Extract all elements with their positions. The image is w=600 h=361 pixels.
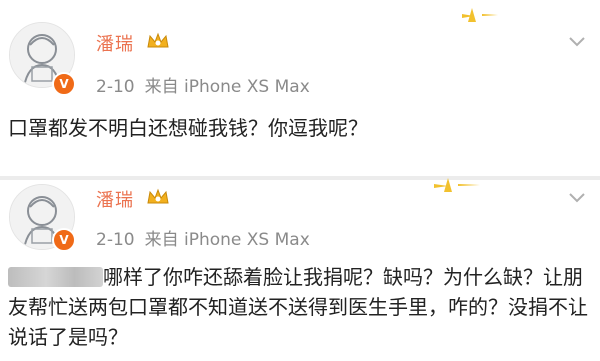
chevron-down-icon[interactable] xyxy=(568,192,586,204)
post-date[interactable]: 2-10 xyxy=(96,77,135,97)
redacted-mention xyxy=(8,267,103,287)
username[interactable]: 潘瑞 xyxy=(96,30,134,56)
post-text: 哪样了你咋还舔着脸让我捐呢？缺吗？为什么缺？让朋友帮忙送两包口罩都不知道送不送得… xyxy=(8,262,588,352)
weibo-post: V 潘瑞 2-10 来自 iPhone XS Max 口罩都发不明白还想碰我钱？你… xyxy=(0,0,600,180)
crown-icon xyxy=(147,188,169,204)
post-source[interactable]: 来自 iPhone XS Max xyxy=(145,230,310,250)
sparkle-decoration xyxy=(434,178,480,192)
username[interactable]: 潘瑞 xyxy=(96,186,134,212)
post-date[interactable]: 2-10 xyxy=(96,230,135,250)
post-meta: 2-10 来自 iPhone XS Max xyxy=(96,225,320,250)
post-meta: 2-10 来自 iPhone XS Max xyxy=(96,72,320,97)
sparkle-decoration xyxy=(462,8,498,22)
verified-v-icon: V xyxy=(52,72,76,96)
post-source[interactable]: 来自 iPhone XS Max xyxy=(145,77,310,97)
chevron-down-icon[interactable] xyxy=(568,36,586,48)
crown-icon xyxy=(147,32,169,48)
post-text: 口罩都发不明白还想碰我钱？你逗我呢？ xyxy=(8,116,368,140)
weibo-post: V 潘瑞 2-10 来自 iPhone XS Max 哪样了你咋还舔着脸让我捐呢？… xyxy=(0,178,600,361)
verified-v-icon: V xyxy=(52,228,76,252)
